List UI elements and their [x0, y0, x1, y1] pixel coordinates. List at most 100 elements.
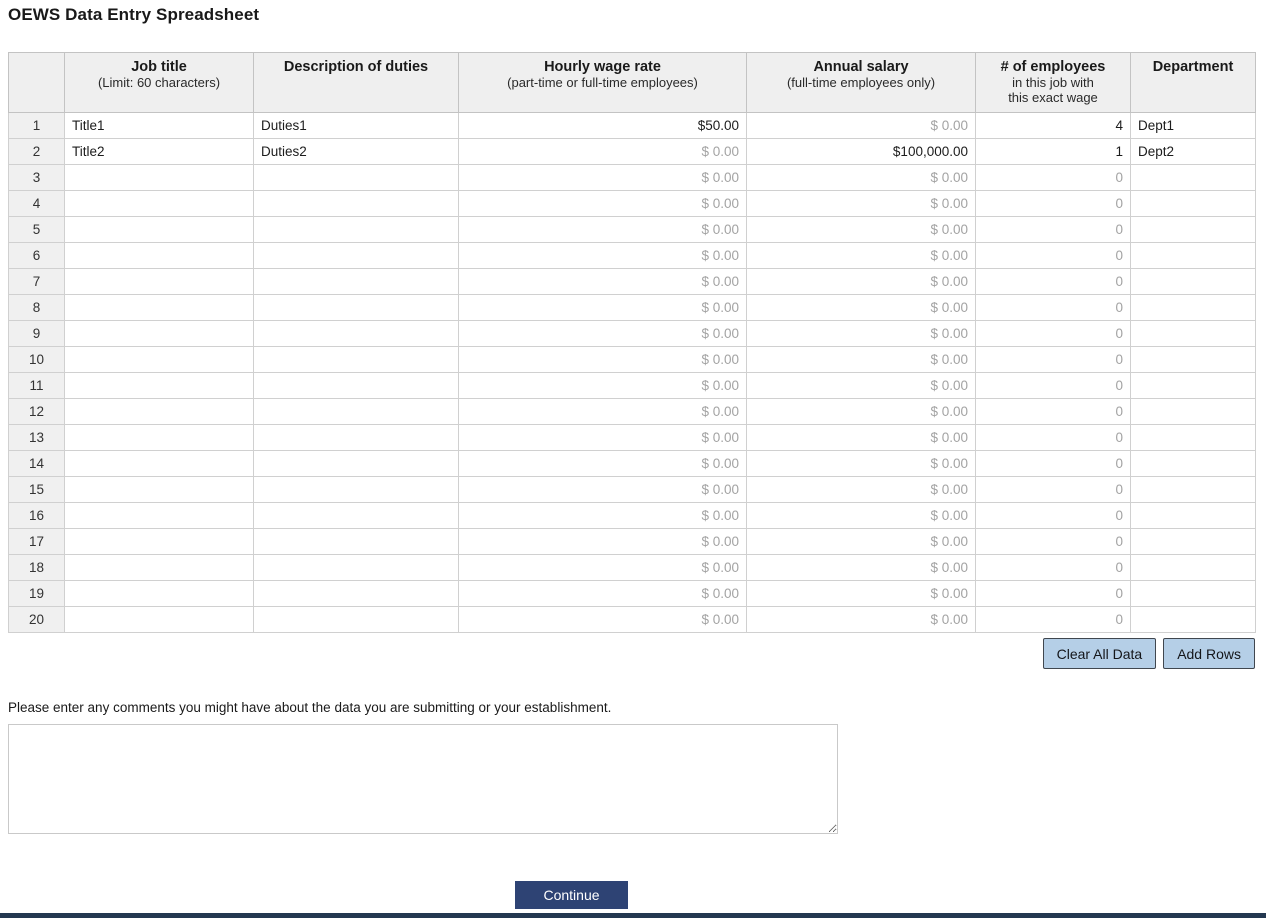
job-title-cell[interactable] [64, 502, 254, 529]
annual-salary-cell[interactable]: $ 0.00 [746, 606, 976, 633]
duties-cell[interactable] [253, 554, 459, 581]
duties-cell[interactable] [253, 528, 459, 555]
clear-all-data-button[interactable]: Clear All Data [1042, 638, 1157, 669]
department-cell[interactable] [1130, 580, 1256, 607]
annual-salary-cell[interactable]: $ 0.00 [746, 398, 976, 425]
job-title-cell[interactable] [64, 424, 254, 451]
employees-cell[interactable]: 0 [975, 606, 1131, 633]
department-cell[interactable]: Dept1 [1130, 112, 1256, 139]
annual-salary-cell[interactable]: $ 0.00 [746, 372, 976, 399]
hourly-wage-cell[interactable]: $ 0.00 [458, 476, 747, 503]
job-title-cell[interactable] [64, 294, 254, 321]
department-cell[interactable] [1130, 398, 1256, 425]
employees-cell[interactable]: 0 [975, 242, 1131, 269]
employees-cell[interactable]: 0 [975, 424, 1131, 451]
annual-salary-cell[interactable]: $ 0.00 [746, 216, 976, 243]
hourly-wage-cell[interactable]: $ 0.00 [458, 294, 747, 321]
duties-cell[interactable] [253, 424, 459, 451]
department-cell[interactable] [1130, 216, 1256, 243]
duties-cell[interactable]: Duties2 [253, 138, 459, 165]
department-cell[interactable] [1130, 424, 1256, 451]
duties-cell[interactable] [253, 164, 459, 191]
department-cell[interactable] [1130, 190, 1256, 217]
hourly-wage-cell[interactable]: $ 0.00 [458, 216, 747, 243]
job-title-cell[interactable]: Title1 [64, 112, 254, 139]
department-cell[interactable] [1130, 242, 1256, 269]
department-cell[interactable] [1130, 164, 1256, 191]
job-title-cell[interactable] [64, 554, 254, 581]
employees-cell[interactable]: 0 [975, 502, 1131, 529]
department-cell[interactable]: Dept2 [1130, 138, 1256, 165]
employees-cell[interactable]: 0 [975, 476, 1131, 503]
department-cell[interactable] [1130, 502, 1256, 529]
department-cell[interactable] [1130, 320, 1256, 347]
employees-cell[interactable]: 0 [975, 294, 1131, 321]
employees-cell[interactable]: 1 [975, 138, 1131, 165]
annual-salary-cell[interactable]: $100,000.00 [746, 138, 976, 165]
annual-salary-cell[interactable]: $ 0.00 [746, 502, 976, 529]
add-rows-button[interactable]: Add Rows [1163, 638, 1255, 669]
continue-button[interactable]: Continue [515, 881, 628, 909]
employees-cell[interactable]: 0 [975, 528, 1131, 555]
duties-cell[interactable] [253, 580, 459, 607]
hourly-wage-cell[interactable]: $ 0.00 [458, 580, 747, 607]
employees-cell[interactable]: 0 [975, 190, 1131, 217]
annual-salary-cell[interactable]: $ 0.00 [746, 190, 976, 217]
hourly-wage-cell[interactable]: $ 0.00 [458, 502, 747, 529]
job-title-cell[interactable] [64, 450, 254, 477]
duties-cell[interactable] [253, 320, 459, 347]
employees-cell[interactable]: 0 [975, 372, 1131, 399]
hourly-wage-cell[interactable]: $ 0.00 [458, 242, 747, 269]
annual-salary-cell[interactable]: $ 0.00 [746, 242, 976, 269]
department-cell[interactable] [1130, 268, 1256, 295]
duties-cell[interactable] [253, 450, 459, 477]
hourly-wage-cell[interactable]: $ 0.00 [458, 268, 747, 295]
employees-cell[interactable]: 0 [975, 346, 1131, 373]
hourly-wage-cell[interactable]: $ 0.00 [458, 528, 747, 555]
job-title-cell[interactable] [64, 320, 254, 347]
hourly-wage-cell[interactable]: $ 0.00 [458, 450, 747, 477]
annual-salary-cell[interactable]: $ 0.00 [746, 112, 976, 139]
duties-cell[interactable] [253, 606, 459, 633]
duties-cell[interactable] [253, 346, 459, 373]
hourly-wage-cell[interactable]: $ 0.00 [458, 164, 747, 191]
duties-cell[interactable]: Duties1 [253, 112, 459, 139]
department-cell[interactable] [1130, 554, 1256, 581]
annual-salary-cell[interactable]: $ 0.00 [746, 346, 976, 373]
comments-textarea[interactable] [8, 724, 838, 834]
employees-cell[interactable]: 0 [975, 268, 1131, 295]
duties-cell[interactable] [253, 268, 459, 295]
employees-cell[interactable]: 0 [975, 398, 1131, 425]
hourly-wage-cell[interactable]: $ 0.00 [458, 424, 747, 451]
employees-cell[interactable]: 4 [975, 112, 1131, 139]
duties-cell[interactable] [253, 502, 459, 529]
duties-cell[interactable] [253, 372, 459, 399]
employees-cell[interactable]: 0 [975, 580, 1131, 607]
job-title-cell[interactable] [64, 476, 254, 503]
hourly-wage-cell[interactable]: $ 0.00 [458, 606, 747, 633]
annual-salary-cell[interactable]: $ 0.00 [746, 450, 976, 477]
employees-cell[interactable]: 0 [975, 216, 1131, 243]
annual-salary-cell[interactable]: $ 0.00 [746, 268, 976, 295]
job-title-cell[interactable] [64, 216, 254, 243]
job-title-cell[interactable] [64, 242, 254, 269]
job-title-cell[interactable] [64, 606, 254, 633]
job-title-cell[interactable] [64, 164, 254, 191]
hourly-wage-cell[interactable]: $ 0.00 [458, 138, 747, 165]
duties-cell[interactable] [253, 242, 459, 269]
job-title-cell[interactable] [64, 398, 254, 425]
hourly-wage-cell[interactable]: $50.00 [458, 112, 747, 139]
annual-salary-cell[interactable]: $ 0.00 [746, 294, 976, 321]
job-title-cell[interactable] [64, 346, 254, 373]
duties-cell[interactable] [253, 190, 459, 217]
department-cell[interactable] [1130, 528, 1256, 555]
job-title-cell[interactable] [64, 268, 254, 295]
employees-cell[interactable]: 0 [975, 554, 1131, 581]
hourly-wage-cell[interactable]: $ 0.00 [458, 320, 747, 347]
department-cell[interactable] [1130, 372, 1256, 399]
annual-salary-cell[interactable]: $ 0.00 [746, 476, 976, 503]
hourly-wage-cell[interactable]: $ 0.00 [458, 554, 747, 581]
hourly-wage-cell[interactable]: $ 0.00 [458, 190, 747, 217]
annual-salary-cell[interactable]: $ 0.00 [746, 164, 976, 191]
duties-cell[interactable] [253, 294, 459, 321]
